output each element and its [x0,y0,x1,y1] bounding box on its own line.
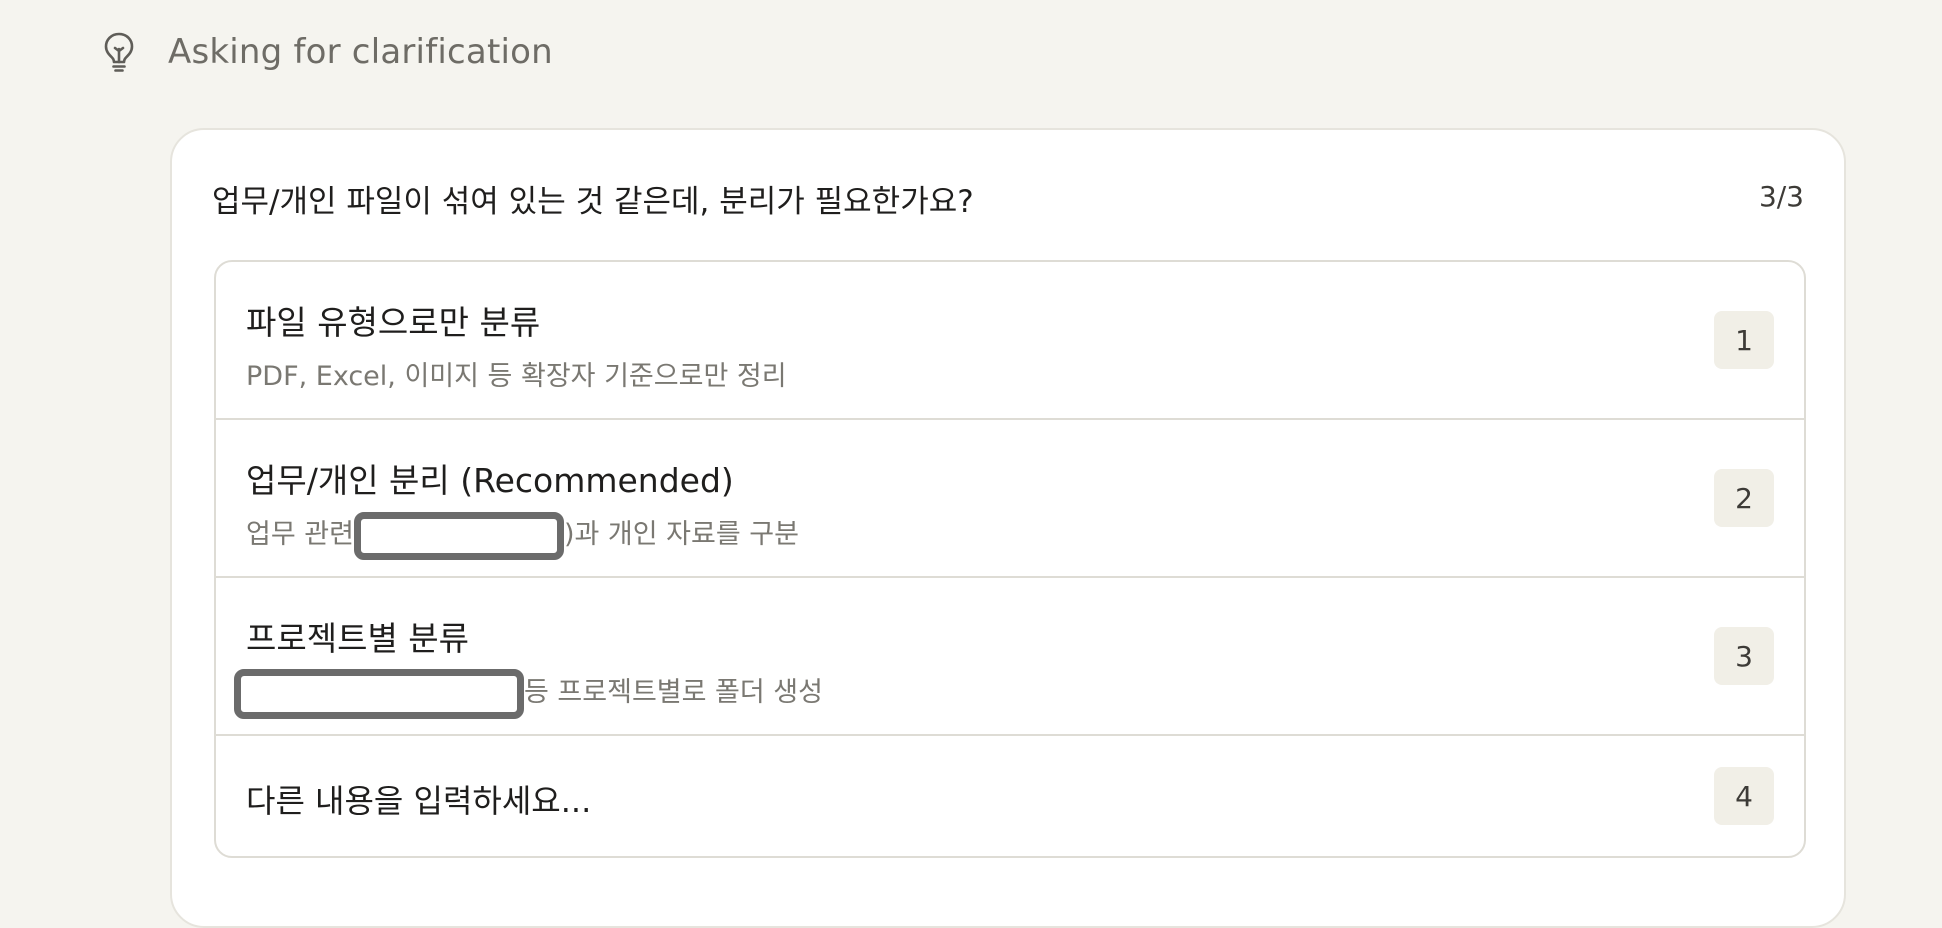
clarification-header: Asking for clarification [100,28,553,76]
redaction-box [353,511,564,560]
options-list: 파일 유형으로만 분류 PDF, Excel, 이미지 등 확장자 기준으로만 … [214,260,1806,858]
shortcut-key-badge: 4 [1714,767,1774,825]
question-text: 업무/개인 파일이 섞여 있는 것 같은데, 분리가 필요한가요? [212,184,974,220]
option-description: PDF, Excel, 이미지 등 확장자 기준으로만 정리 [246,361,787,392]
option-title: 파일 유형으로만 분류 [246,303,541,342]
option-custom-input[interactable]: 다른 내용을 입력하세요... 4 [216,736,1804,856]
shortcut-key-badge: 3 [1714,627,1774,685]
option-description: 등 프로젝트별로 폴더 생성 [234,668,823,719]
option-title: 프로젝트별 분류 [246,619,470,658]
option-by-project[interactable]: 프로젝트별 분류 등 프로젝트별로 폴더 생성 3 [216,578,1804,736]
option-work-personal[interactable]: 업무/개인 분리 (Recommended) 업무 관련 )과 개인 자료를 구분… [216,420,1804,578]
header-title: Asking for clarification [168,32,553,72]
option-description: 업무 관련 )과 개인 자료를 구분 [246,511,799,560]
description-text-before: 업무 관련 [246,519,354,550]
option-file-type[interactable]: 파일 유형으로만 분류 PDF, Excel, 이미지 등 확장자 기준으로만 … [216,262,1804,420]
custom-input-placeholder[interactable]: 다른 내용을 입력하세요... [246,776,591,822]
redaction-box [234,668,524,719]
question-counter: 3/3 [1758,180,1804,213]
lightbulb-icon [100,29,138,75]
question-card: 업무/개인 파일이 섞여 있는 것 같은데, 분리가 필요한가요? 3/3 파일… [170,128,1846,928]
shortcut-key-badge: 2 [1714,469,1774,527]
shortcut-key-badge: 1 [1714,311,1774,369]
description-text-after: )과 개인 자료를 구분 [563,519,799,550]
description-text-after: 등 프로젝트별로 폴더 생성 [524,677,823,708]
option-title: 업무/개인 분리 (Recommended) [246,461,734,500]
